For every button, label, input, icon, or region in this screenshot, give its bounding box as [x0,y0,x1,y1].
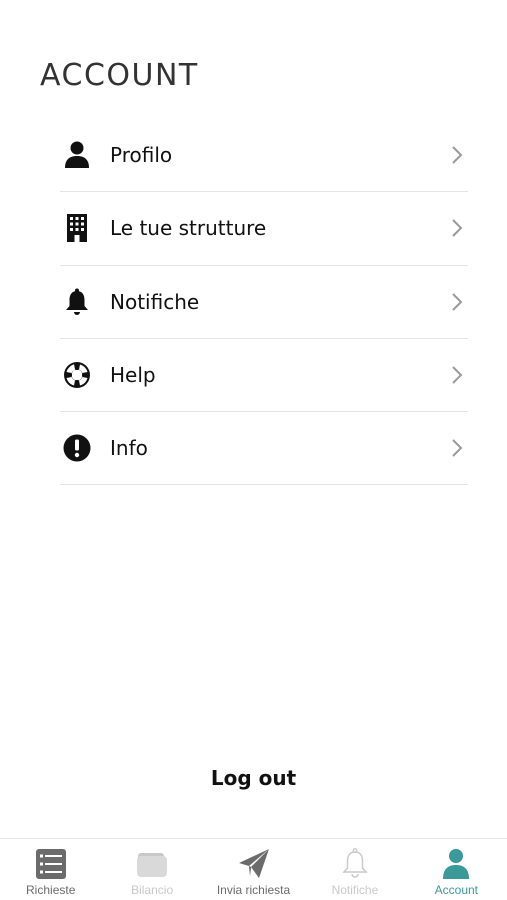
menu-item-profilo[interactable]: Profilo [60,119,468,193]
tab-label: Invia richiesta [216,883,291,897]
menu-item-label: Notifiche [110,289,200,314]
list-icon [35,849,66,879]
paper-plane-icon [238,849,269,878]
user-icon [443,849,470,879]
chevron-right-icon [446,145,468,165]
tab-label: Bilancio [131,883,174,897]
menu-item-label: Help [110,363,156,388]
bottom-tab-bar: Richieste Bilancio Invia richiesta Notif… [0,838,507,900]
menu-item-info[interactable]: Info [60,412,468,486]
page-title: ACCOUNT [40,58,199,93]
menu-item-label: Profilo [110,143,173,168]
tab-label: Account [434,883,478,897]
tab-invia-richiesta[interactable]: Invia richiesta [203,839,304,900]
menu-item-help[interactable]: Help [60,339,468,413]
tab-notifiche[interactable]: Notifiche [304,839,405,900]
bell-icon [60,285,94,319]
lifebuoy-icon [60,358,94,392]
menu-item-label: Le tue strutture [110,216,267,241]
logout-button[interactable]: Log out [0,766,507,790]
account-menu: Profilo Le tue strutture Notifiche Help … [60,119,468,486]
chevron-right-icon [446,438,468,458]
tab-bilancio[interactable]: Bilancio [101,839,202,900]
building-icon [60,211,94,245]
chevron-right-icon [446,365,468,385]
tab-account[interactable]: Account [406,839,507,900]
user-icon [60,138,94,172]
tab-richieste[interactable]: Richieste [0,839,101,900]
bell-outline-icon [342,848,368,878]
tab-label: Notifiche [331,883,379,897]
wallet-icon [137,853,168,877]
tab-label: Richieste [26,883,76,897]
menu-item-notifiche[interactable]: Notifiche [60,266,468,339]
menu-item-le-tue-strutture[interactable]: Le tue strutture [60,192,468,266]
chevron-right-icon [446,218,468,238]
chevron-right-icon [446,292,468,312]
menu-item-label: Info [110,436,148,461]
exclamation-circle-icon [60,431,94,465]
